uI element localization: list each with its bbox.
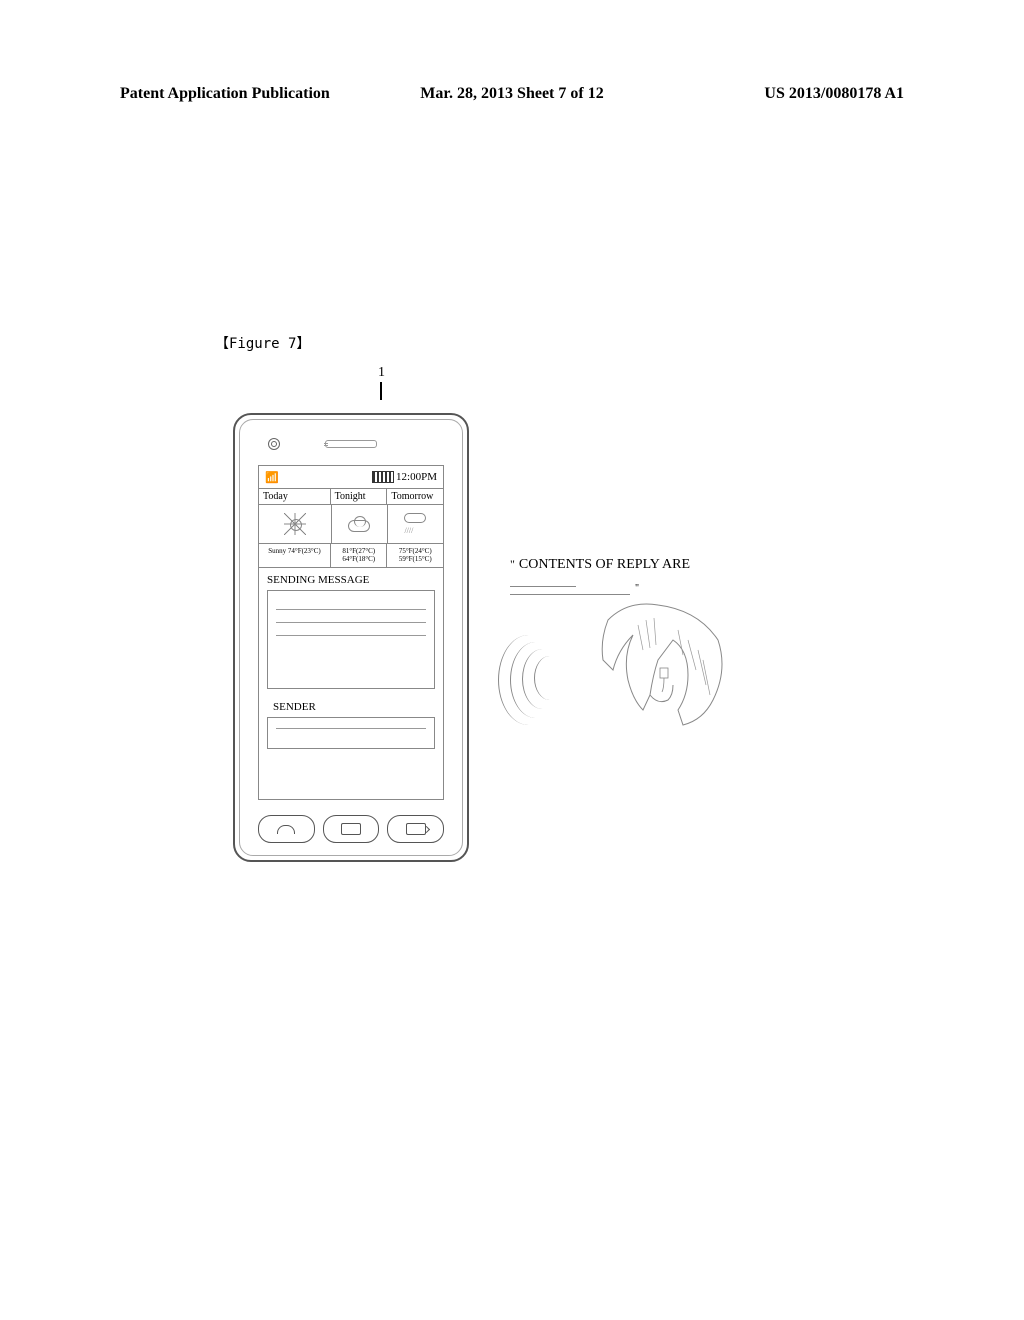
weather-temp-tonight: 81°F(27°C) 64°F(18°C) [331,544,388,567]
weather-icons-row [259,505,443,544]
sender-text-box[interactable] [267,717,435,749]
text-line-icon [276,622,426,623]
blank-line-icon [510,585,576,587]
reference-leader-line [380,382,382,400]
weather-label-tomorrow: Tomorrow [387,489,443,504]
status-bar: 📶 12:00PM [259,466,443,489]
quote-start: " [510,557,515,571]
weather-temps-row: Sunny 74°F(23°C) 81°F(27°C) 64°F(18°C) 7… [259,544,443,568]
figure-label: 【Figure 7】 [215,333,310,353]
quote-end: " [635,583,639,594]
back-button[interactable] [387,815,444,843]
header-right: US 2013/0080178 A1 [764,85,904,103]
call-button[interactable] [258,815,315,843]
signal-icon: 📶 [265,471,279,484]
sending-message-heading: SENDING MESSAGE [267,574,435,586]
message-text-box[interactable] [267,590,435,689]
camera-icon [268,438,280,450]
text-line-icon [276,635,426,636]
speaker-grill-icon [325,440,377,448]
status-right: 12:00PM [372,471,437,483]
rectangle-icon [341,823,361,835]
header-left: Patent Application Publication [120,85,330,103]
phone-handset-icon [277,825,295,834]
rectangle-tail-icon [406,823,426,835]
reply-section: " CONTENTS OF REPLY ARE " [510,555,770,595]
weather-label-tonight: Tonight [331,489,388,504]
text-line-icon [276,609,426,610]
weather-temp-today: Sunny 74°F(23°C) [259,544,331,567]
message-section: SENDING MESSAGE SENDER [259,568,443,759]
blank-line-icon [510,593,630,595]
text-line-icon [276,728,426,729]
weather-labels-row: Today Tonight Tomorrow [259,489,443,505]
person-head-drawing [528,600,728,740]
nav-buttons-row [258,815,444,843]
home-button[interactable] [323,815,380,843]
battery-icon [372,471,394,483]
weather-icon-cloudy [332,505,388,543]
weather-temp-tomorrow: 75°F(24°C) 59°F(15°C) [387,544,443,567]
sender-heading: SENDER [273,701,435,713]
weather-icon-sunny [259,505,332,543]
head-outline-icon [588,600,728,730]
phone-screen: 📶 12:00PM Today Tonight Tomorrow Sunny [258,465,444,800]
reference-number: 1 [378,365,385,381]
clock-time: 12:00PM [396,471,437,483]
weather-label-today: Today [259,489,331,504]
document-header: Patent Application Publication Mar. 28, … [120,85,904,103]
header-center: Mar. 28, 2013 Sheet 7 of 12 [420,85,603,103]
reply-text: CONTENTS OF REPLY ARE [519,557,690,572]
weather-icon-rain [388,505,443,543]
phone-inner-frame: 📶 12:00PM Today Tonight Tomorrow Sunny [239,419,463,856]
phone-device: 📶 12:00PM Today Tonight Tomorrow Sunny [233,413,469,862]
